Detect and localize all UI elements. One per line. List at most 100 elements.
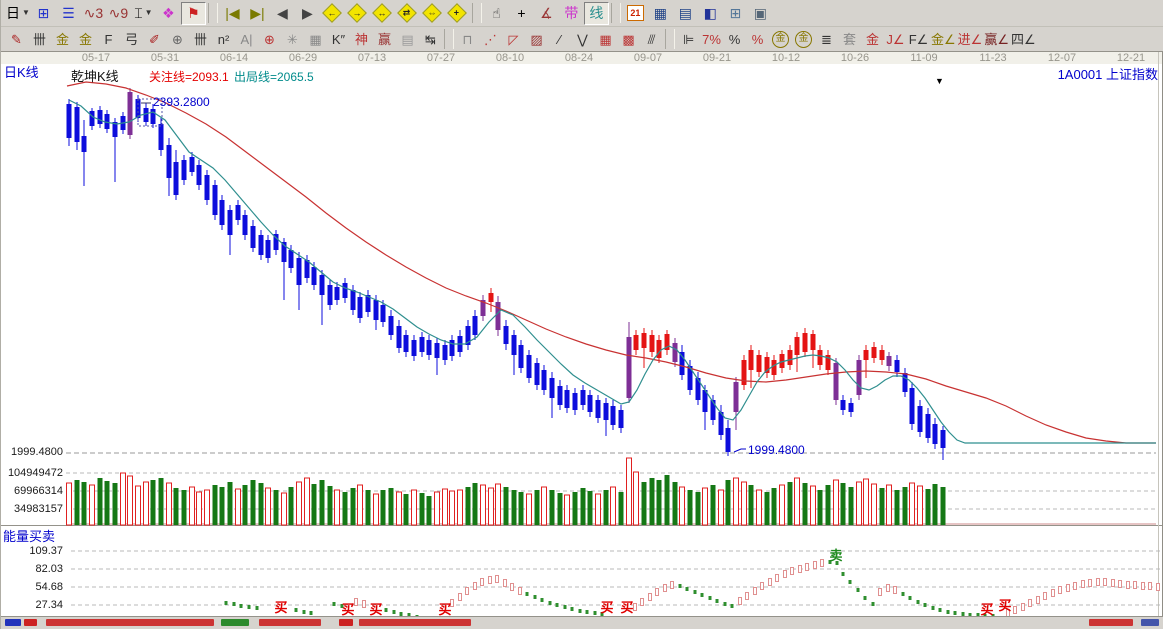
n2-grid-icon[interactable]: n² (212, 29, 235, 50)
notes-icon[interactable]: ▤ (673, 2, 698, 25)
angle-tool-icon[interactable]: ∡ (534, 2, 559, 25)
pattern-icon[interactable]: ❖ (156, 2, 181, 25)
save-icon[interactable]: ◧ (698, 2, 723, 25)
ying-grid-icon[interactable]: 赢 (373, 29, 396, 50)
distribution-icon[interactable]: ⚑ (180, 1, 206, 25)
j-angle-icon[interactable]: J∠ (884, 29, 907, 50)
pen-grid-icon[interactable]: ✐ (143, 29, 166, 50)
pan-hand-icon[interactable]: ☝ (484, 2, 509, 25)
gann-fan-icon[interactable]: ⋰ (479, 29, 502, 50)
minute-line-3-icon[interactable]: ∿3 (81, 2, 106, 25)
f-angle-icon[interactable]: F∠ (907, 29, 930, 50)
box-line-icon[interactable]: ⊓ (456, 29, 479, 50)
kline-chart-canvas[interactable] (1, 52, 1163, 616)
diamond-swap-icon[interactable]: ⇄ (395, 2, 420, 25)
line-tool-icon-glyph: 线 (589, 5, 604, 21)
buy-signal-marker: 买 (998, 598, 1012, 613)
k-quote-icon-glyph: K″ (331, 31, 346, 47)
hash2-icon[interactable]: 卌 (189, 29, 212, 50)
gold-grid2-icon-glyph: 金 (78, 31, 92, 47)
grid-box-icon[interactable]: ▦ (304, 29, 327, 50)
diamond-left-icon[interactable]: ← (320, 2, 345, 25)
percent-line-icon[interactable]: % (746, 29, 769, 50)
line-tool-icon[interactable]: 线 (583, 1, 609, 25)
f-angle-icon-glyph: F∠ (908, 31, 929, 47)
fan-box-icon[interactable]: ◸ (502, 29, 525, 50)
next-icon[interactable]: ▶ (295, 2, 320, 25)
calendar-glyph: 21 (626, 5, 644, 21)
diamond-both-icon[interactable]: ↔ (370, 2, 395, 25)
pen-icon[interactable]: ✎ (5, 29, 28, 50)
jin-angle-icon-glyph: 进∠ (957, 31, 983, 47)
ying-angle-icon[interactable]: 赢∠ (983, 29, 1010, 50)
percent-line-icon-glyph: % (751, 31, 764, 47)
jin-angle-icon[interactable]: 进∠ (957, 29, 984, 50)
gold-angle-icon[interactable]: 金∠ (930, 29, 957, 50)
circle-star-icon-glyph: ✳ (287, 31, 298, 47)
calculator-icon[interactable]: ▦ (648, 2, 673, 25)
low-price-annotation: 1999.4800 (748, 443, 805, 457)
k-quote-icon[interactable]: K″ (327, 29, 350, 50)
candle-style-selector[interactable]: ⌶ ▼ (131, 2, 156, 25)
info-board-icon[interactable]: ☰ (56, 2, 81, 25)
date-tick-label: 10-12 (771, 52, 801, 64)
percent-icon[interactable]: % (723, 29, 746, 50)
band-tool-icon[interactable]: 带 (559, 2, 584, 25)
gold-line-icon-glyph: 金 (865, 31, 879, 47)
prev-icon[interactable]: ◀ (270, 2, 295, 25)
circle-star-icon[interactable]: ✳ (281, 29, 304, 50)
date-tick-label: 08-10 (495, 52, 525, 64)
band-tool-icon-glyph: 带 (564, 5, 579, 21)
first-page-icon[interactable]: |◀ (220, 2, 245, 25)
a-tool-icon[interactable]: A| (235, 29, 258, 50)
save-icon-glyph: ◧ (703, 5, 718, 21)
energy-scale-label: 109.37 (29, 545, 63, 557)
si-angle-icon[interactable]: 四∠ (1010, 29, 1037, 50)
shen-grid-icon[interactable]: 神 (350, 29, 373, 50)
vee-lines-icon[interactable]: ⋁ (571, 29, 594, 50)
diamond-all-icon[interactable]: + (445, 2, 470, 25)
crosshair-icon[interactable]: + (509, 2, 534, 25)
attention-line-label: 关注线=2093.1 (149, 70, 229, 84)
period-selector[interactable]: 日 ▼ (5, 2, 31, 25)
calendar-icon[interactable]: 21 (623, 2, 648, 25)
tao-icon[interactable]: 套 (838, 29, 861, 50)
red-grid2-icon[interactable]: ▩ (617, 29, 640, 50)
diamond-right-icon[interactable]: → (345, 2, 370, 25)
circle-cross-icon[interactable]: ⊕ (258, 29, 281, 50)
gold-grid2-icon[interactable]: 金 (74, 29, 97, 50)
bow-grid-icon[interactable]: 弓 (120, 29, 143, 50)
print-icon[interactable]: ▣ (748, 2, 773, 25)
minute-line-9-icon[interactable]: ∿9 (106, 2, 131, 25)
ladder-icon[interactable]: ⊫ (677, 29, 700, 50)
red-grid-icon-glyph: ▦ (599, 31, 612, 47)
status-fragment (1141, 619, 1159, 626)
si-angle-icon-glyph: 四∠ (1010, 31, 1036, 47)
circled-gold2-icon-glyph: 金 (795, 30, 812, 48)
diagonal-icon[interactable]: ∕ (548, 29, 571, 50)
f-grid-icon[interactable]: F (97, 29, 120, 50)
gold-line-icon[interactable]: 金 (861, 29, 884, 50)
num-grid-icon[interactable]: ▤ (396, 29, 419, 50)
chevron-down-icon[interactable]: ▼ (935, 76, 944, 86)
print-icon-glyph: ▣ (753, 5, 768, 21)
fan-box-icon-glyph: ◸ (508, 31, 519, 47)
width-tool-icon[interactable]: ↹ (419, 29, 442, 50)
tri-bar-icon[interactable]: ≣ (815, 29, 838, 50)
red-grid-icon[interactable]: ▦ (594, 29, 617, 50)
distribution-icon-glyph: ⚑ (187, 5, 200, 21)
first-page-icon-glyph: |◀ (225, 5, 240, 21)
overlap-windows-icon[interactable]: ⊞ (31, 2, 56, 25)
seven-pct-icon[interactable]: 7% (700, 29, 723, 50)
hash-grid-icon[interactable]: 卌 (28, 29, 51, 50)
tri-lines-icon[interactable]: ⫻ (640, 29, 663, 50)
diamond-expand-icon[interactable]: ⇔ (420, 2, 445, 25)
shade-box-icon[interactable]: ▨ (525, 29, 548, 50)
copy-icon[interactable]: ⊞ (723, 2, 748, 25)
gold-grid-icon[interactable]: 金 (51, 29, 74, 50)
pan-hand-icon-glyph: ☝ (492, 5, 501, 21)
circled-gold-icon[interactable]: 金 (769, 29, 792, 50)
last-page-icon[interactable]: ▶| (245, 2, 270, 25)
globe-grid-icon[interactable]: ⊕ (166, 29, 189, 50)
circled-gold2-icon[interactable]: 金 (792, 29, 815, 50)
